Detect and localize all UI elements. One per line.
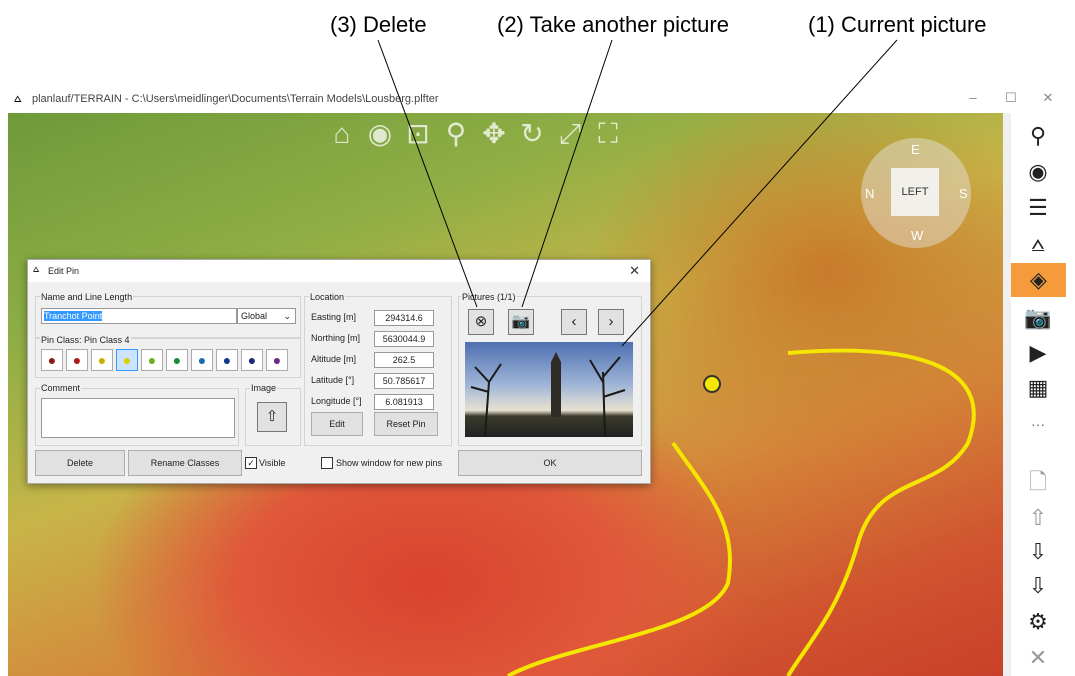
easting-label: Easting [m] — [311, 312, 357, 322]
altitude-label: Altitude [m] — [311, 354, 357, 364]
next-picture-button[interactable]: › — [598, 309, 624, 335]
window-title: planlauf/TERRAIN - C:\Users\meidlinger\D… — [32, 93, 439, 105]
edit-pin-dialog: ⩟ Edit Pin ✕ Name and Line Length Tranch… — [27, 259, 651, 484]
scope-select[interactable]: Global ⌄ — [237, 308, 296, 324]
title-bar: ⩟ planlauf/TERRAIN - C:\Users\meidlinger… — [8, 86, 1066, 113]
show-window-label: Show window for new pins — [336, 458, 443, 468]
easting-field[interactable]: 294314.6 — [374, 310, 434, 326]
delete-picture-button[interactable]: ⊗ — [468, 309, 494, 335]
grid-icon[interactable]: ▦ — [1021, 373, 1055, 403]
road-line-right — [786, 348, 976, 676]
picture-content — [470, 352, 626, 437]
show-window-checkbox[interactable] — [321, 457, 333, 469]
export-icon[interactable]: ⇩ — [1021, 571, 1055, 601]
zoom-icon[interactable]: ⚲ — [440, 118, 472, 150]
bing-icon[interactable]: ▶ — [1021, 338, 1055, 368]
name-field[interactable]: Tranchot Point — [41, 308, 237, 324]
measure-icon[interactable]: ◉ — [1021, 157, 1055, 187]
camera-icon[interactable]: 📷 — [1021, 303, 1055, 333]
maximize-button[interactable]: ☐ — [1001, 90, 1021, 106]
delete-pin-button[interactable]: Delete — [35, 450, 125, 476]
name-group-label: Name and Line Length — [40, 292, 134, 302]
terrain-logo-icon: ⩟ — [14, 91, 22, 105]
more-icon[interactable]: ··· — [1021, 409, 1055, 439]
comment-label: Comment — [40, 383, 82, 393]
northing-field[interactable]: 5630044.9 — [374, 331, 434, 347]
right-toolbar: ⚲ ◉ ☰ ⩟ ◈ 📷 ▶ ▦ ··· 🗋 ⇧ ⇩ ⇩ ⚙ ✕ — [1011, 113, 1066, 676]
fit-extent-icon[interactable]: ⤢ — [554, 118, 586, 150]
pin-marker-icon[interactable] — [703, 375, 721, 393]
longitude-field[interactable]: 6.081913 — [374, 394, 434, 410]
edit-button[interactable]: Edit — [311, 412, 363, 436]
compass-n: N — [865, 186, 875, 201]
home-icon[interactable]: ⌂ — [326, 118, 358, 150]
pictures-label: Pictures (1/1) — [461, 292, 517, 302]
fullscreen-icon[interactable]: ⛶ — [592, 118, 624, 150]
name-value: Tranchot Point — [44, 311, 103, 321]
rename-classes-button[interactable]: Rename Classes — [128, 450, 242, 476]
compass-s: S — [959, 186, 968, 201]
pin-target-icon[interactable]: ◈ — [1011, 263, 1066, 297]
scope-value: Global — [241, 311, 268, 321]
zoom-window-icon[interactable]: ⊡ — [402, 118, 434, 150]
rotate-icon[interactable]: ↻ — [516, 118, 548, 150]
compass-e: E — [911, 142, 920, 157]
pin-class-swatches: ● ● ● ● ● ● ● ● ● ● — [41, 349, 299, 371]
location-label: Location — [309, 292, 346, 302]
ok-button[interactable]: OK — [458, 450, 642, 476]
download-icon[interactable]: ⇩ — [1021, 537, 1055, 567]
dialog-close-button[interactable]: ✕ — [629, 263, 640, 279]
view-cube[interactable]: LEFT N S W E — [861, 138, 971, 248]
upload-icon[interactable]: ⇧ — [1021, 503, 1055, 533]
take-picture-button[interactable]: 📷 — [508, 309, 534, 335]
reset-pin-button[interactable]: Reset Pin — [374, 412, 438, 436]
pin-class-swatch-3[interactable]: ● — [91, 349, 113, 371]
pin-class-swatch-7[interactable]: ● — [191, 349, 213, 371]
visible-checkbox[interactable]: ✓ — [245, 457, 257, 469]
pin-class-swatch-1[interactable]: ● — [41, 349, 63, 371]
callout-delete: (3) Delete — [330, 12, 427, 37]
list-icon[interactable]: ☰ — [1021, 193, 1055, 223]
comment-textarea[interactable] — [41, 398, 235, 438]
new-file-icon[interactable]: 🗋 — [1021, 467, 1055, 497]
dialog-title-bar: ⩟ Edit Pin ✕ — [28, 260, 650, 282]
current-picture — [465, 342, 633, 437]
latitude-field[interactable]: 50.785617 — [374, 373, 434, 389]
latitude-label: Latitude [°] — [311, 375, 355, 385]
pin-class-swatch-8[interactable]: ● — [216, 349, 238, 371]
pin-class-swatch-9[interactable]: ● — [241, 349, 263, 371]
chevron-down-icon: ⌄ — [283, 311, 291, 321]
compass-w: W — [911, 228, 924, 243]
dialog-title: Edit Pin — [48, 266, 80, 276]
pin-class-swatch-10[interactable]: ● — [266, 349, 288, 371]
view-cube-face[interactable]: LEFT — [891, 168, 939, 216]
altitude-field[interactable]: 262.5 — [374, 352, 434, 368]
close-icon[interactable]: ✕ — [1021, 643, 1055, 673]
gear-icon[interactable]: ⚙ — [1021, 607, 1055, 637]
pan-icon[interactable]: ✥ — [478, 118, 510, 150]
callout-take-another-picture: (2) Take another picture — [497, 12, 729, 37]
pin-class-swatch-5[interactable]: ● — [141, 349, 163, 371]
northing-label: Northing [m] — [311, 333, 361, 343]
image-label: Image — [250, 383, 278, 393]
pin-class-swatch-2[interactable]: ● — [66, 349, 88, 371]
pin-class-label: Pin Class: Pin Class 4 — [40, 335, 131, 345]
orbit-icon[interactable]: ◉ — [364, 118, 396, 150]
visible-label: Visible — [259, 458, 286, 468]
image-upload-button[interactable]: ⇧ — [257, 402, 287, 432]
longitude-label: Longitude [°] — [311, 396, 362, 406]
pin-class-swatch-6[interactable]: ● — [166, 349, 188, 371]
dialog-logo-icon: ⩟ — [33, 264, 40, 275]
view-toolbar: ⌂ ◉ ⊡ ⚲ ✥ ↻ ⤢ ⛶ — [326, 118, 624, 150]
pin-class-swatch-4[interactable]: ● — [116, 349, 138, 371]
callout-current-picture: (1) Current picture — [808, 12, 987, 37]
previous-picture-button[interactable]: ‹ — [561, 309, 587, 335]
minimize-button[interactable]: – — [963, 90, 983, 105]
search-icon[interactable]: ⚲ — [1021, 121, 1055, 151]
terrain-icon[interactable]: ⩟ — [1021, 229, 1055, 259]
close-button[interactable]: ✕ — [1038, 90, 1058, 106]
